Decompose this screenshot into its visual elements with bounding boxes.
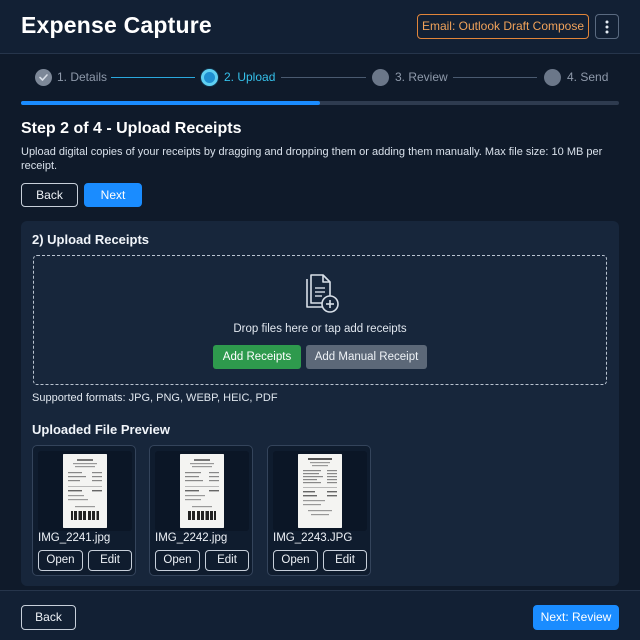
receipt-image [63,454,107,528]
file-name: IMG_2243.JPG [273,532,353,544]
checkmark-icon [39,74,48,81]
next-review-button[interactable]: Next: Review [533,605,619,630]
step-1-complete-dot [35,69,52,86]
step-1-label[interactable]: 1. Details [57,70,107,84]
receipt-image [180,454,224,528]
next-button[interactable]: Next [84,183,142,207]
file-preview-card: IMG_2241.jpg Open Edit [32,445,136,576]
email-outlook-draft-button[interactable]: Email: Outlook Draft Compose [417,14,589,39]
app-header: Expense Capture Email: Outlook Draft Com… [0,0,640,54]
step-2-label[interactable]: 2. Upload [224,70,275,84]
step-connector [111,77,195,78]
app-title: Expense Capture [21,12,212,38]
preview-section-title: Uploaded File Preview [32,422,170,437]
file-preview-card: IMG_2242.jpg Open Edit [149,445,253,576]
progress-bar-fill [21,101,320,105]
file-name: IMG_2241.jpg [38,532,111,544]
receipt-thumbnail[interactable] [273,451,367,531]
open-file-button[interactable]: Open [273,550,318,571]
step-4-label[interactable]: 4. Send [567,70,608,84]
step-3-label[interactable]: 3. Review [395,70,448,84]
vertical-ellipsis-icon [605,20,609,34]
add-receipts-button[interactable]: Add Receipts [213,345,301,369]
more-menu-button[interactable] [595,14,619,39]
step-4-dot [544,69,561,86]
file-preview-card: IMG_2243.JPG Open Edit [267,445,371,576]
upload-receipts-panel: 2) Upload Receipts Drop files here or ta… [21,221,619,586]
progress-stepper: 1. Details 2. Upload 3. Review 4. Send [0,62,640,92]
receipt-thumbnail[interactable] [38,451,132,531]
step-3-dot [372,69,389,86]
step-connector [453,77,537,78]
edit-file-button[interactable]: Edit [323,550,367,571]
footer-bar: Back Next: Review [0,590,640,640]
open-file-button[interactable]: Open [38,550,83,571]
back-button[interactable]: Back [21,183,78,207]
page-title: Step 2 of 4 - Upload Receipts [21,120,242,137]
receipt-image [298,454,342,528]
step-connector [281,77,366,78]
edit-file-button[interactable]: Edit [205,550,249,571]
file-name: IMG_2242.jpg [155,532,228,544]
footer-back-button[interactable]: Back [21,605,76,630]
receipt-thumbnail[interactable] [155,451,249,531]
step-2-active-dot [201,69,218,86]
page-description: Upload digital copies of your receipts b… [21,146,603,172]
document-add-icon [306,274,339,313]
dropzone-instructions: Drop files here or tap add receipts [233,323,407,335]
edit-file-button[interactable]: Edit [88,550,132,571]
supported-formats-text: Supported formats: JPG, PNG, WEBP, HEIC,… [32,392,278,404]
add-manual-receipt-button[interactable]: Add Manual Receipt [306,345,427,369]
file-dropzone[interactable]: Drop files here or tap add receipts Add … [33,255,607,385]
progress-bar [21,101,619,105]
open-file-button[interactable]: Open [155,550,200,571]
upload-section-title: 2) Upload Receipts [32,232,150,247]
